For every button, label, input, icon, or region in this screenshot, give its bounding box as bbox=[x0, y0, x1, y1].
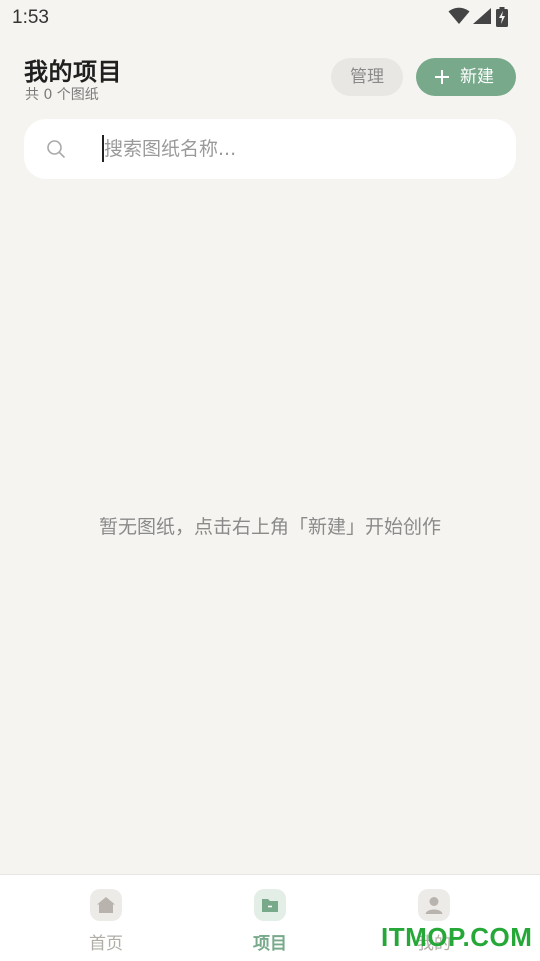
empty-state-message: 暂无图纸，点击右上角「新建」开始创作 bbox=[98, 516, 441, 538]
search-box[interactable] bbox=[24, 119, 516, 179]
drawing-count: 共 0 个图纸 bbox=[25, 87, 99, 103]
folder-icon bbox=[262, 899, 278, 912]
battery-charging-icon bbox=[496, 7, 508, 27]
new-button-label: 新建 bbox=[460, 67, 494, 87]
page-title: 我的项目 bbox=[24, 58, 122, 86]
search-icon bbox=[47, 140, 65, 158]
new-button[interactable]: 新建 bbox=[416, 58, 516, 96]
status-bar: 1:53 bbox=[0, 0, 540, 38]
search-input[interactable] bbox=[104, 119, 504, 179]
tab-projects-label: 项目 bbox=[253, 934, 287, 954]
cellular-signal-icon bbox=[473, 8, 491, 24]
wifi-icon bbox=[448, 7, 470, 24]
watermark: ITMOP.COM bbox=[381, 922, 533, 952]
status-time: 1:53 bbox=[12, 7, 49, 28]
header: 我的项目 共 0 个图纸 管理 新建 bbox=[0, 44, 540, 108]
user-icon bbox=[425, 897, 443, 914]
manage-button[interactable]: 管理 bbox=[331, 58, 403, 96]
home-icon bbox=[97, 897, 115, 913]
tab-home-label: 首页 bbox=[89, 934, 123, 954]
tab-home[interactable]: 首页 bbox=[46, 875, 166, 961]
plus-icon bbox=[435, 70, 449, 84]
tab-projects[interactable]: 项目 bbox=[210, 875, 330, 961]
